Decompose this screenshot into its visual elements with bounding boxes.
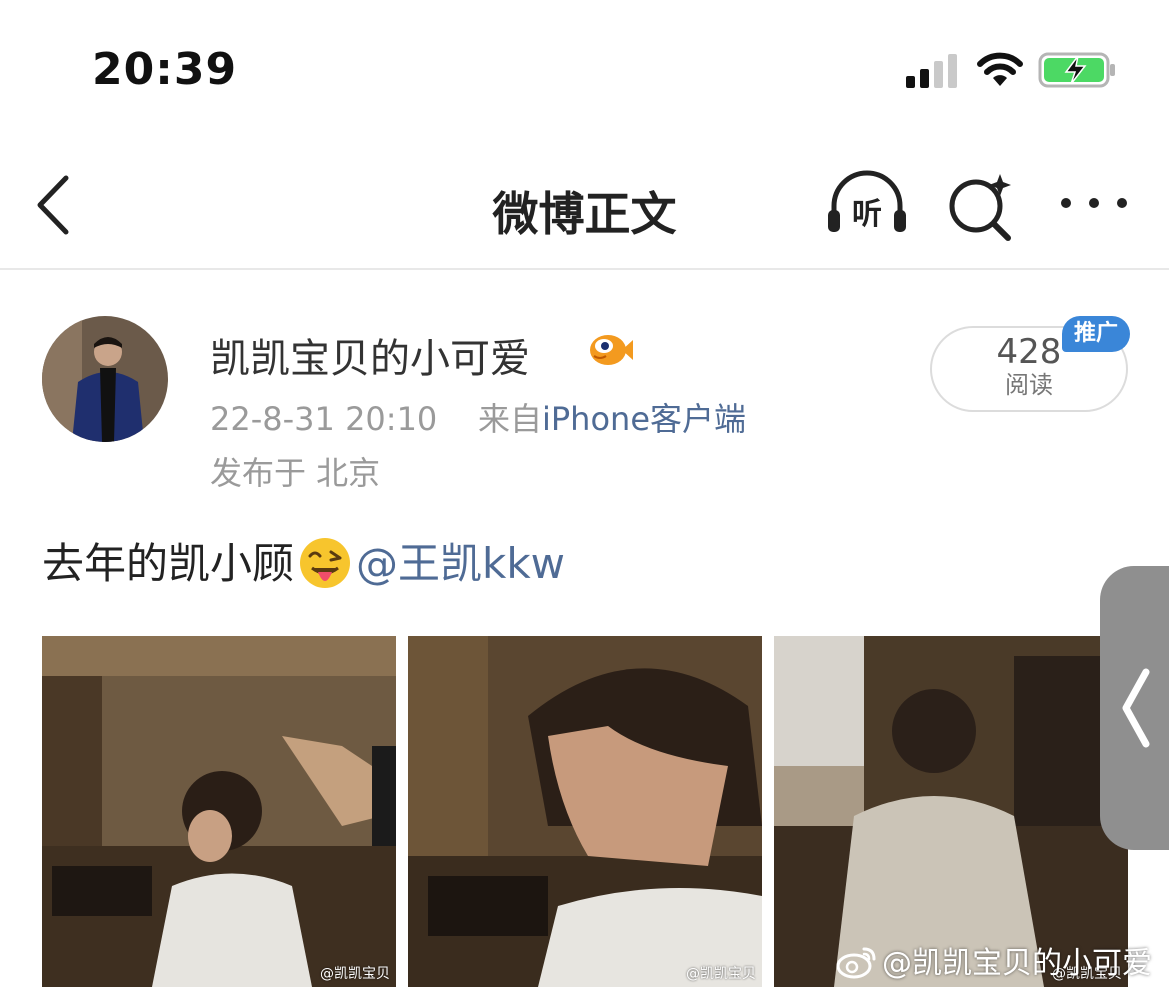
side-drawer-tab[interactable] bbox=[1100, 566, 1169, 850]
tongue-out-face-icon bbox=[300, 538, 351, 588]
listen-label: 听 bbox=[852, 197, 882, 232]
post-image-2[interactable]: @凯凯宝贝 bbox=[408, 636, 762, 987]
search-icon[interactable] bbox=[944, 170, 1016, 242]
image-watermark: @凯凯宝贝 bbox=[320, 966, 390, 982]
author-name[interactable]: 凯凯宝贝的小可爱 bbox=[210, 326, 530, 384]
avatar[interactable] bbox=[42, 316, 168, 442]
nav-bar: 微博正文 听 bbox=[0, 140, 1169, 270]
fish-badge-icon bbox=[590, 335, 633, 365]
post-body: 去年的凯小顾 bbox=[42, 539, 295, 588]
image-watermark-large: @凯凯宝贝的小可爱 bbox=[836, 938, 1152, 982]
post-time: 22-8-31 20:10 bbox=[210, 400, 438, 438]
mention-link[interactable]: @王凯kkw bbox=[356, 539, 565, 588]
wifi-icon bbox=[977, 52, 1023, 86]
promo-tag[interactable]: 推广 bbox=[1062, 316, 1130, 352]
image-watermark-large-text: @凯凯宝贝的小可爱 bbox=[882, 946, 1152, 981]
status-bar: 20:39 bbox=[0, 0, 1169, 140]
post-image-3[interactable]: @凯凯宝贝 bbox=[774, 636, 1128, 987]
post-location: 发布于 北京 bbox=[210, 454, 381, 492]
status-time: 20:39 bbox=[92, 44, 238, 95]
chevron-left-icon bbox=[1122, 668, 1150, 748]
image-watermark: @凯凯宝贝 bbox=[686, 966, 756, 982]
listen-icon[interactable]: 听 bbox=[824, 170, 910, 236]
post-meta: 22-8-31 20:10 来自iPhone客户端 bbox=[210, 394, 746, 440]
source-prefix: 来自 bbox=[477, 400, 542, 438]
source-client[interactable]: iPhone客户端 bbox=[542, 400, 746, 438]
read-label: 阅读 bbox=[1005, 371, 1053, 399]
post-image-1[interactable]: @凯凯宝贝 bbox=[42, 636, 396, 987]
back-icon[interactable] bbox=[28, 172, 84, 238]
weibo-logo-icon bbox=[836, 947, 876, 979]
post-text: 去年的凯小顾 @王凯kkw bbox=[42, 530, 565, 591]
battery-charging-icon bbox=[1038, 52, 1115, 88]
signal-icon bbox=[906, 54, 957, 88]
more-icon[interactable] bbox=[1056, 190, 1132, 216]
